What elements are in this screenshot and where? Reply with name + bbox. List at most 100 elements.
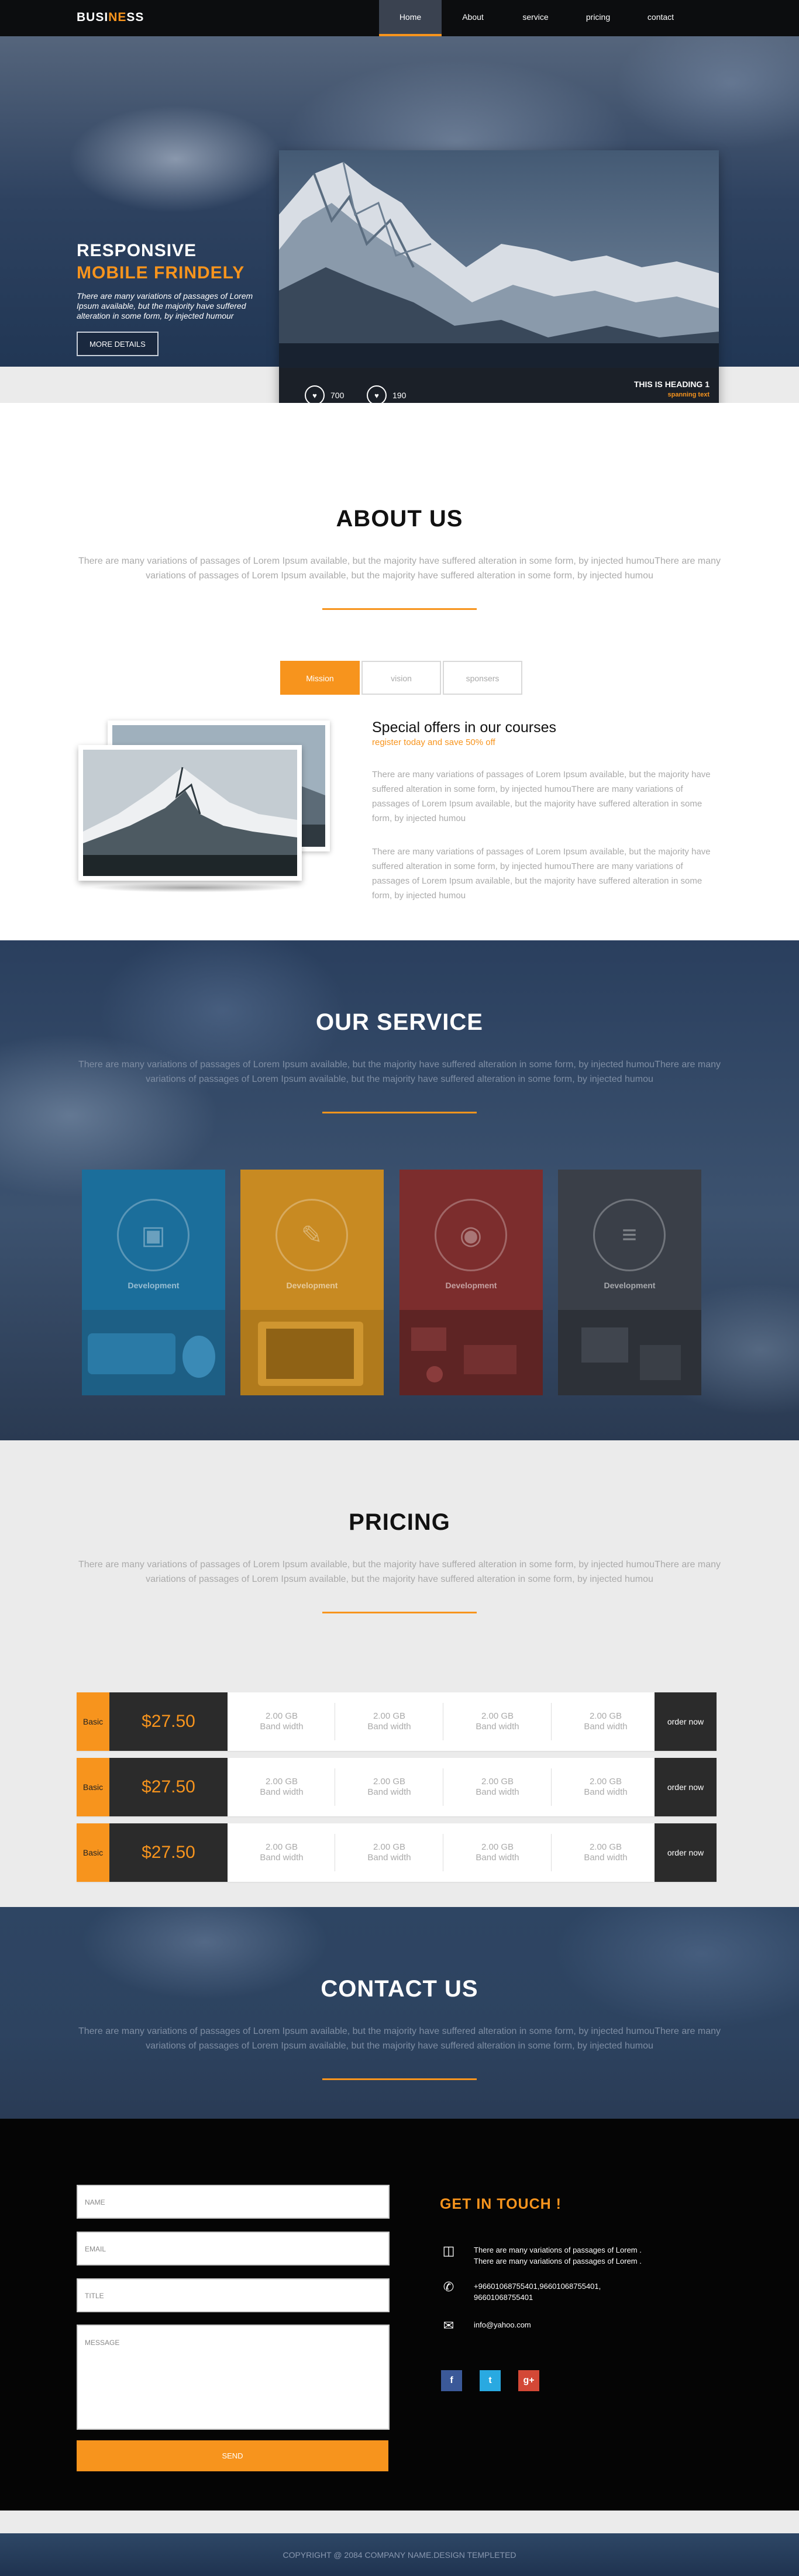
contact-section: CONTACT US There are many variations of …: [0, 1907, 799, 2119]
pricing-description: There are many variations of passages of…: [78, 1560, 721, 1584]
about-tabs: Mission vision sponsers: [280, 661, 524, 695]
service-photo-keyboard: [82, 1310, 225, 1395]
about-image-front: [78, 745, 302, 881]
envelope-icon: ✉: [443, 2318, 454, 2333]
name-field[interactable]: NAME: [77, 2185, 390, 2219]
plan-label: Basic: [77, 1758, 109, 1816]
hero-text: RESPONSIVE MOBILE FRINDELY There are man…: [77, 241, 275, 356]
copyright-text: COPYRIGHT @ 2084 COMPANY NAME.DESIGN TEM…: [283, 2550, 516, 2560]
contact-address: ◫ There are many variations of passages …: [440, 2244, 642, 2267]
order-now-button[interactable]: order now: [655, 1758, 717, 1816]
tab-mission[interactable]: Mission: [280, 661, 360, 695]
like-count: 700: [330, 391, 345, 400]
brand-part1: BUSI: [77, 11, 109, 24]
nav-home[interactable]: Home: [379, 0, 442, 36]
copyright-bar: COPYRIGHT @ 2084 COMPANY NAME.DESIGN TEM…: [0, 2533, 799, 2576]
hero-title-line2: MOBILE FRINDELY: [77, 263, 245, 282]
plan-feature: 2.00 GB Band width: [260, 1777, 304, 1797]
hero-image-card: ♥ 700 ♥ 190 THIS IS HEADING 1 spanning t…: [279, 150, 719, 420]
brand-accent: NE: [108, 11, 127, 24]
plan-price: $27.50: [109, 1692, 228, 1751]
service-tile-label: Development: [445, 1281, 497, 1290]
title-field[interactable]: TITLE: [77, 2278, 390, 2312]
about-divider: [322, 608, 477, 610]
service-tile-2[interactable]: ✎ Development: [240, 1170, 384, 1395]
offer-subtitle[interactable]: register today and save 50% off: [372, 737, 723, 747]
sliders-icon: ≡: [593, 1199, 666, 1271]
plan-feature: 2.00 GB Band width: [367, 1711, 411, 1732]
service-photo-circuit: [399, 1310, 543, 1395]
service-section: OUR SERVICE There are many variations of…: [0, 940, 799, 1440]
tab-sponsers[interactable]: sponsers: [443, 661, 522, 695]
plan-feature: 2.00 GB Band width: [476, 1711, 519, 1732]
nav-pricing[interactable]: pricing: [567, 0, 629, 36]
hero-title-line1: RESPONSIVE: [77, 241, 197, 260]
service-photo-chips: [558, 1310, 701, 1395]
phone-line-2: 966010687554​01: [474, 2293, 533, 2302]
like-stat[interactable]: ♥ 700: [305, 385, 344, 405]
order-now-button[interactable]: order now: [655, 1823, 717, 1882]
contact-phone: ✆ +966010687554​01,966010687554​01, 9660…: [440, 2281, 601, 2303]
email-field[interactable]: EMAIL: [77, 2232, 390, 2265]
heart-icon: ♥: [367, 385, 387, 405]
about-paragraph-2: There are many variations of passages of…: [372, 847, 711, 901]
service-tile-1[interactable]: ▣ Development: [82, 1170, 225, 1395]
phone-icon: ✆: [443, 2280, 454, 2294]
nav-service[interactable]: service: [504, 0, 567, 36]
plan-feature: 2.00 GB Band width: [584, 1711, 628, 1732]
google-plus-icon[interactable]: g+: [518, 2370, 539, 2391]
service-tile-4[interactable]: ≡ Development: [558, 1170, 701, 1395]
service-photo-tablet: [240, 1310, 384, 1395]
card-heading-sub: spanning text: [667, 391, 710, 398]
plan-feature: 2.00 GB Band width: [260, 1842, 304, 1863]
contact-description: There are many variations of passages of…: [78, 2026, 721, 2051]
send-button[interactable]: SEND: [77, 2440, 388, 2471]
price-row-1: Basic $27.50 2.00 GB Band width 2.00 GB Ba…: [77, 1692, 717, 1751]
brand-logo[interactable]: BUSINESS: [77, 11, 144, 25]
service-tile-label: Development: [286, 1281, 338, 1290]
service-tile-label: Development: [604, 1281, 656, 1290]
service-tile-3[interactable]: ◉ Development: [399, 1170, 543, 1395]
plan-label: Basic: [77, 1692, 109, 1751]
email-address[interactable]: info@yahoo.com: [474, 2319, 531, 2330]
phone-line-1: +966010687554​01,966010687554​01,: [474, 2282, 601, 2291]
card-heading: THIS IS HEADING 1 spanning text: [634, 380, 710, 398]
love-count: 190: [392, 391, 407, 400]
contact-divider: [322, 2078, 477, 2080]
facebook-icon[interactable]: f: [441, 2370, 462, 2391]
hero-description: There are many variations of passages of…: [77, 291, 253, 320]
about-title: ABOUT US: [336, 506, 463, 532]
nav-contact[interactable]: contact: [629, 0, 692, 36]
plan-feature: 2.00 GB Band width: [476, 1842, 519, 1863]
plan-feature: 2.00 GB Band width: [476, 1777, 519, 1797]
address-line-2: There are many variations of passages of…: [474, 2257, 642, 2265]
plan-feature: 2.00 GB Band width: [584, 1842, 628, 1863]
twitter-icon[interactable]: t: [480, 2370, 501, 2391]
more-details-button[interactable]: MORE DETAILS: [77, 332, 159, 356]
offer-title: Special offers in our courses: [372, 719, 556, 736]
plan-feature: 2.00 GB Band width: [367, 1842, 411, 1863]
plan-price: $27.50: [109, 1823, 228, 1882]
order-now-button[interactable]: order now: [655, 1692, 717, 1751]
about-image-stack: [78, 720, 330, 892]
nav-about[interactable]: About: [442, 0, 504, 36]
about-image-shadow: [90, 883, 295, 892]
love-stat[interactable]: ♥ 190: [367, 385, 406, 405]
service-title: OUR SERVICE: [316, 1009, 483, 1035]
main-menu: Home About service pricing contact: [379, 0, 692, 36]
service-divider: [322, 1112, 477, 1113]
plan-feature: 2.00 GB Band width: [260, 1711, 304, 1732]
heart-icon: ♥: [305, 385, 325, 405]
about-description: There are many variations of passages of…: [78, 556, 721, 581]
pricing-title: PRICING: [349, 1509, 450, 1535]
card-heading-title: THIS IS HEADING 1: [633, 380, 710, 389]
monitor-icon: ▣: [117, 1199, 190, 1271]
get-in-touch-title: GET IN TOUCH !: [440, 2196, 562, 2212]
about-content: Special offers in our courses register t…: [372, 719, 723, 903]
pricing-divider: [322, 1612, 477, 1613]
service-description: There are many variations of passages of…: [78, 1060, 721, 1084]
about-paragraph-1: There are many variations of passages of…: [372, 770, 711, 823]
tab-vision[interactable]: vision: [361, 661, 441, 695]
address-line-1: There are many variations of passages of…: [474, 2246, 642, 2254]
message-field[interactable]: MESSAGE: [77, 2325, 390, 2430]
